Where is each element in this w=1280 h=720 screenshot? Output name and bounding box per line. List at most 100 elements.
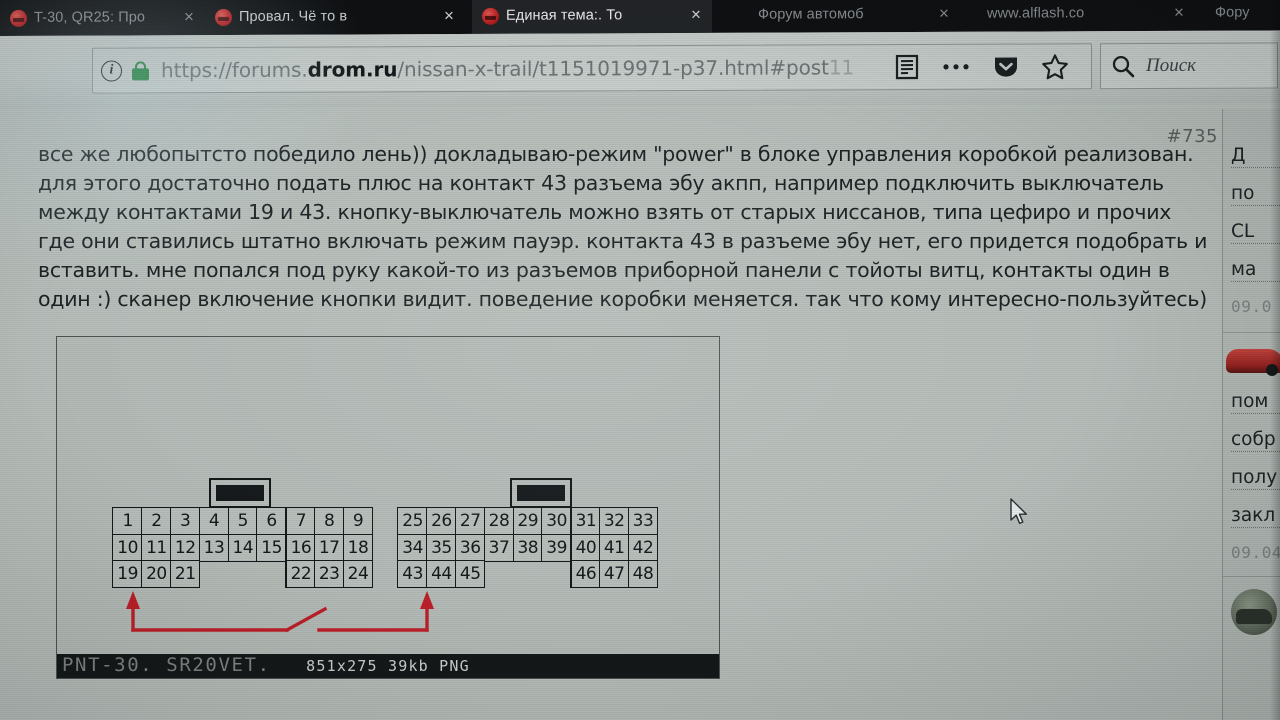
site-info-icon[interactable]: i bbox=[101, 59, 122, 82]
sidebar-link-3[interactable]: CL bbox=[1231, 221, 1280, 244]
tab-close-icon[interactable]: × bbox=[179, 7, 199, 27]
left-connector-pin-4: 4 bbox=[198, 507, 230, 536]
right-connector-pin-42: 42 bbox=[627, 533, 659, 562]
attached-image[interactable]: 1 2 3 4 5 6 7 8 9 10 11 12 13 14 15 16 17 18 19 20 21 22 23 24 … bbox=[56, 336, 720, 679]
user-avatar[interactable] bbox=[1231, 589, 1277, 635]
left-connector-pin-21: 21 bbox=[170, 560, 201, 589]
reader-view-icon[interactable] bbox=[895, 54, 919, 80]
connector-right: 25 26 27 28 29 30 31 32 33 34 35 36 37 38 39 40 41 42 43 44… bbox=[397, 507, 659, 589]
left-connector-row-1: 123456789 bbox=[112, 507, 374, 536]
left-connector-pin-16: 16 bbox=[285, 533, 316, 562]
post-body-text: все же любопытсто победило лень)) доклад… bbox=[38, 142, 1208, 311]
right-connector-pin-empty bbox=[484, 560, 514, 588]
left-connector-row-3: 19 20 21 22 23 24 bbox=[112, 560, 374, 589]
browser-navigation-bar: i https://forums.drom.ru/nissan-x-trail/… bbox=[0, 30, 1280, 110]
right-connector-pin-27: 27 bbox=[455, 507, 486, 536]
tab-title: Фору bbox=[1215, 4, 1250, 21]
tab-title: T-30, QR25: Про bbox=[34, 9, 146, 26]
left-connector-pin-1: 1 bbox=[112, 507, 143, 536]
forum-page-content: #735 все же любопытсто победило лень)) д… bbox=[0, 109, 1280, 720]
pocket-save-icon[interactable] bbox=[993, 55, 1019, 79]
right-connector-pin-empty bbox=[513, 560, 543, 588]
arrow-head-pin-43 bbox=[420, 591, 434, 609]
right-connector-row-2: 34 35 36 37 38 39 40 41 42 bbox=[397, 533, 659, 562]
address-bar-actions bbox=[895, 43, 1069, 90]
right-connector-pin-37: 37 bbox=[483, 533, 515, 562]
tab-favicon-icon bbox=[482, 7, 499, 25]
search-input-placeholder[interactable]: Поиск bbox=[1146, 55, 1196, 77]
left-connector-pin-19: 19 bbox=[112, 560, 143, 589]
connector-latch-left bbox=[209, 478, 271, 508]
search-icon bbox=[1111, 54, 1135, 78]
browser-tab-5[interactable]: www.alflash.co × bbox=[965, 0, 1195, 32]
right-connector-pin-28: 28 bbox=[483, 507, 515, 536]
right-connector-pin-48: 48 bbox=[627, 560, 659, 589]
left-connector-pin-13: 13 bbox=[198, 533, 230, 562]
right-connector-row-3: 43 44 45 46 47 48 bbox=[397, 560, 659, 589]
url-text: https://forums.drom.ru/nissan-x-trail/t1… bbox=[161, 55, 855, 83]
right-connector-pin-44: 44 bbox=[426, 560, 457, 589]
sidebar-link-2[interactable]: по bbox=[1231, 183, 1280, 206]
right-connector-pin-46: 46 bbox=[570, 560, 601, 589]
right-connector-pin-26: 26 bbox=[426, 507, 457, 536]
left-connector-pin-3: 3 bbox=[170, 507, 201, 536]
browser-tab-4[interactable]: Форум автомоб × bbox=[730, 0, 960, 33]
browser-tab-1[interactable]: T-30, QR25: Про × bbox=[0, 0, 205, 36]
left-connector-pin-17: 17 bbox=[313, 533, 345, 562]
sidebar-link-7[interactable]: полу bbox=[1231, 467, 1280, 490]
right-connector-pin-43: 43 bbox=[397, 560, 428, 589]
left-connector-pin-2: 2 bbox=[141, 507, 172, 536]
left-connector-pin-11: 11 bbox=[141, 533, 172, 562]
left-connector-pin-12: 12 bbox=[170, 533, 201, 562]
red-car-thumbnail[interactable] bbox=[1223, 333, 1280, 377]
left-connector-pin-7: 7 bbox=[285, 507, 316, 536]
right-connector-pin-32: 32 bbox=[598, 507, 630, 536]
right-connector-pin-35: 35 bbox=[426, 533, 457, 562]
sidebar-date-top: 09.0 bbox=[1231, 297, 1272, 316]
tab-title: www.alflash.co bbox=[987, 5, 1085, 22]
right-connector-pin-36: 36 bbox=[455, 533, 486, 562]
left-connector-pin-empty bbox=[228, 560, 258, 588]
tab-close-icon[interactable]: × bbox=[439, 6, 459, 26]
page-actions-ellipsis-icon[interactable] bbox=[941, 62, 971, 72]
tab-close-icon[interactable]: × bbox=[686, 5, 706, 25]
browser-tab-6[interactable]: Фору bbox=[1205, 0, 1280, 31]
left-connector-pin-18: 18 bbox=[342, 533, 374, 562]
connector-pinout-diagram: 1 2 3 4 5 6 7 8 9 10 11 12 13 14 15 16 17 18 19 20 21 22 23 24 … bbox=[57, 337, 719, 678]
left-connector-pin-10: 10 bbox=[112, 533, 143, 562]
connector-left: 1 2 3 4 5 6 7 8 9 10 11 12 13 14 15 16 17 18 19 20 21 22 23 24 bbox=[112, 507, 374, 589]
tab-close-icon[interactable]: × bbox=[934, 4, 954, 24]
connector-latch-right bbox=[510, 478, 572, 508]
left-connector-pin-23: 23 bbox=[313, 560, 345, 589]
right-connector-pin-empty bbox=[541, 560, 571, 588]
right-connector-pin-45: 45 bbox=[455, 560, 486, 589]
post-signature: PNT-30. SR20VET. bbox=[62, 654, 271, 676]
left-connector-pin-empty bbox=[256, 560, 286, 588]
browser-tab-3-active[interactable]: Единая тема:. То × bbox=[472, 0, 712, 34]
right-connector-pin-40: 40 bbox=[570, 533, 601, 562]
tab-title: Провал. Чё то в bbox=[239, 8, 348, 25]
browser-tab-2[interactable]: Провал. Чё то в × bbox=[205, 0, 465, 35]
left-connector-pin-22: 22 bbox=[285, 560, 316, 589]
right-connector-pin-30: 30 bbox=[541, 507, 572, 536]
tab-close-icon[interactable]: × bbox=[1169, 3, 1189, 23]
left-connector-pin-14: 14 bbox=[227, 533, 258, 562]
left-connector-pin-5: 5 bbox=[227, 507, 258, 536]
sidebar-link-4[interactable]: ма bbox=[1231, 259, 1280, 282]
tab-title: Форум автомоб bbox=[758, 6, 864, 23]
lock-icon bbox=[131, 60, 150, 81]
sidebar-link-6[interactable]: собр bbox=[1231, 429, 1280, 452]
right-connector-pin-47: 47 bbox=[598, 560, 630, 589]
sidebar-link-1[interactable]: Д bbox=[1231, 145, 1280, 168]
right-connector-pin-38: 38 bbox=[512, 533, 543, 562]
sidebar-date-bottom: 09.04 bbox=[1231, 543, 1280, 562]
sidebar-link-8[interactable]: закл bbox=[1231, 505, 1280, 528]
search-bar[interactable]: Поиск bbox=[1100, 42, 1278, 90]
right-connector-pin-34: 34 bbox=[397, 533, 428, 562]
sidebar-link-5[interactable]: пом bbox=[1231, 391, 1280, 414]
tab-favicon-icon bbox=[215, 8, 232, 26]
right-connector-row-1: 25 26 27 28 29 30 31 32 33 bbox=[397, 507, 659, 536]
right-connector-pin-29: 29 bbox=[512, 507, 543, 536]
tab-title: Единая тема:. То bbox=[506, 7, 623, 24]
bookmark-star-icon[interactable] bbox=[1041, 53, 1069, 80]
